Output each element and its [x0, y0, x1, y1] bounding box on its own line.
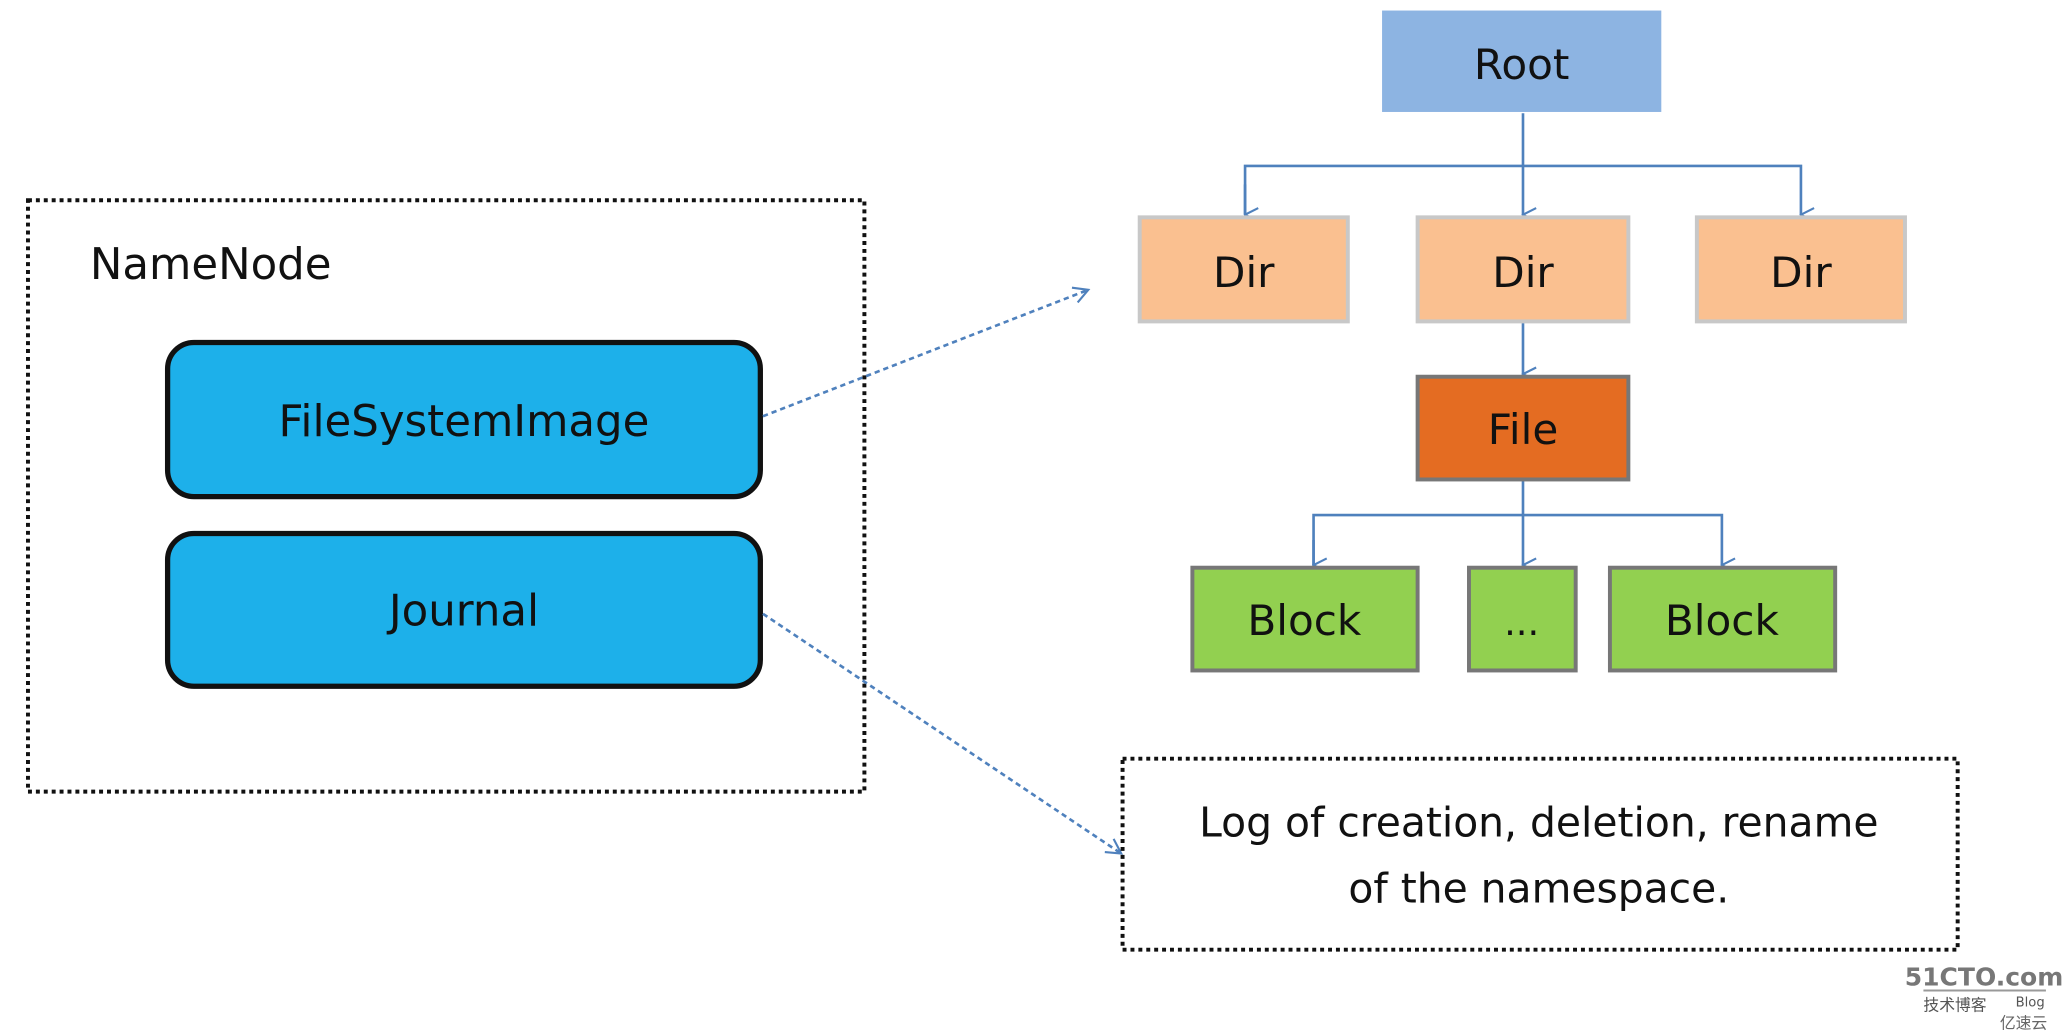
- journal-label: Journal: [386, 587, 539, 637]
- block-label: Block: [1665, 596, 1780, 645]
- journal-note-line2: of the namespace.: [1348, 864, 1729, 912]
- svg-text:亿速云: 亿速云: [2000, 1014, 2047, 1033]
- fsimage-to-tree-arrow: [762, 286, 1091, 418]
- svg-text:Blog: Blog: [2016, 995, 2045, 1010]
- svg-text:技术博客: 技术博客: [1923, 995, 1986, 1014]
- dir-label: Dir: [1770, 248, 1832, 297]
- watermark-logo: 51CTO.com 技术博客 Blog 亿速云: [1905, 962, 2064, 1032]
- root-label: Root: [1474, 40, 1569, 89]
- tree-connectors: [1243, 113, 1801, 565]
- namenode-title: NameNode: [90, 240, 332, 290]
- block-label: Block: [1247, 596, 1362, 645]
- hdfs-namenode-diagram: NameNode FileSystemImage Journal Root Di…: [26, 10, 2064, 1033]
- dir-label: Dir: [1213, 248, 1275, 297]
- svg-text:51CTO.com: 51CTO.com: [1905, 962, 2064, 991]
- journal-note-box: [1120, 756, 1960, 952]
- dir-label: Dir: [1492, 248, 1554, 297]
- file-label: File: [1488, 405, 1559, 454]
- block-ellipsis-label: ...: [1504, 601, 1539, 644]
- filesystemimage-label: FileSystemImage: [279, 397, 650, 447]
- journal-to-log-arrow: [762, 612, 1124, 855]
- journal-note-line1: Log of creation, deletion, rename: [1199, 798, 1878, 846]
